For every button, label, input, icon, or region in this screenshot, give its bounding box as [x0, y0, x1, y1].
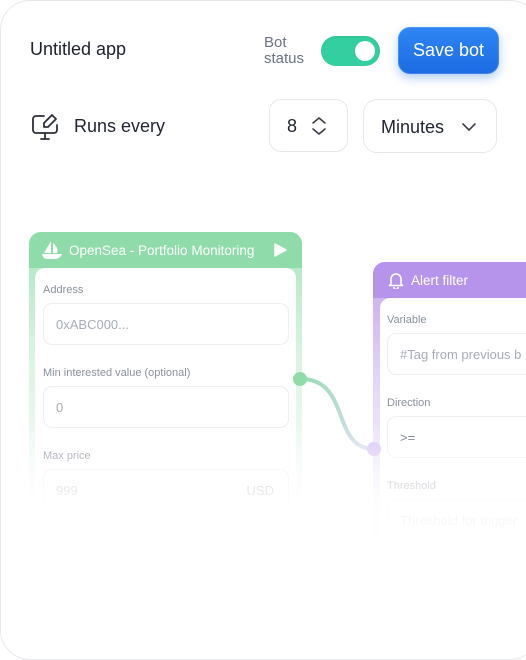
max-price-label: Max price [43, 450, 91, 462]
alert-filter-node[interactable]: Alert filter Variable #Tag from previous… [373, 262, 526, 592]
opensea-node-header[interactable]: OpenSea - Portfolio Monitoring [29, 232, 302, 268]
message-label: Message [387, 562, 432, 574]
direction-select[interactable]: >= [387, 416, 526, 458]
app-panel: Untitled app Bot status Save bot Runs ev… [0, 0, 526, 660]
bell-icon [388, 273, 404, 289]
threshold-placeholder: Threshold for trigger [400, 512, 518, 528]
alert-node-body: Variable #Tag from previous b Direction … [380, 298, 526, 592]
direction-label: Direction [387, 397, 431, 409]
address-label: Address [43, 284, 84, 296]
threshold-label: Threshold [387, 480, 436, 492]
min-value-placeholder: 0 [56, 399, 64, 415]
input-port-dot[interactable] [367, 442, 381, 456]
output-port-dot[interactable] [293, 372, 307, 386]
address-placeholder: 0xABC000... [56, 316, 129, 332]
threshold-input[interactable]: Threshold for trigger [387, 499, 526, 541]
direction-value: >= [400, 429, 416, 445]
variable-input[interactable]: #Tag from previous b [387, 333, 526, 375]
max-price-input[interactable]: 999 USD [43, 469, 289, 511]
alert-node-title: Alert filter [411, 272, 469, 288]
address-input[interactable]: 0xABC000... [43, 303, 289, 345]
max-price-placeholder: 999 [56, 482, 78, 498]
min-value-label: Min interested value (optional) [43, 367, 191, 379]
variable-label: Variable [387, 314, 427, 326]
opensea-node[interactable]: OpenSea - Portfolio Monitoring Address 0… [29, 232, 302, 532]
play-icon[interactable] [273, 243, 287, 257]
sailboat-icon [42, 241, 62, 259]
max-price-suffix: USD [246, 482, 274, 498]
opensea-node-body: Address 0xABC000... Min interested value… [35, 268, 296, 532]
variable-placeholder: #Tag from previous b [400, 346, 522, 362]
opensea-node-title: OpenSea - Portfolio Monitoring [69, 242, 255, 258]
min-value-input[interactable]: 0 [43, 386, 289, 428]
alert-node-header[interactable]: Alert filter [373, 262, 526, 298]
